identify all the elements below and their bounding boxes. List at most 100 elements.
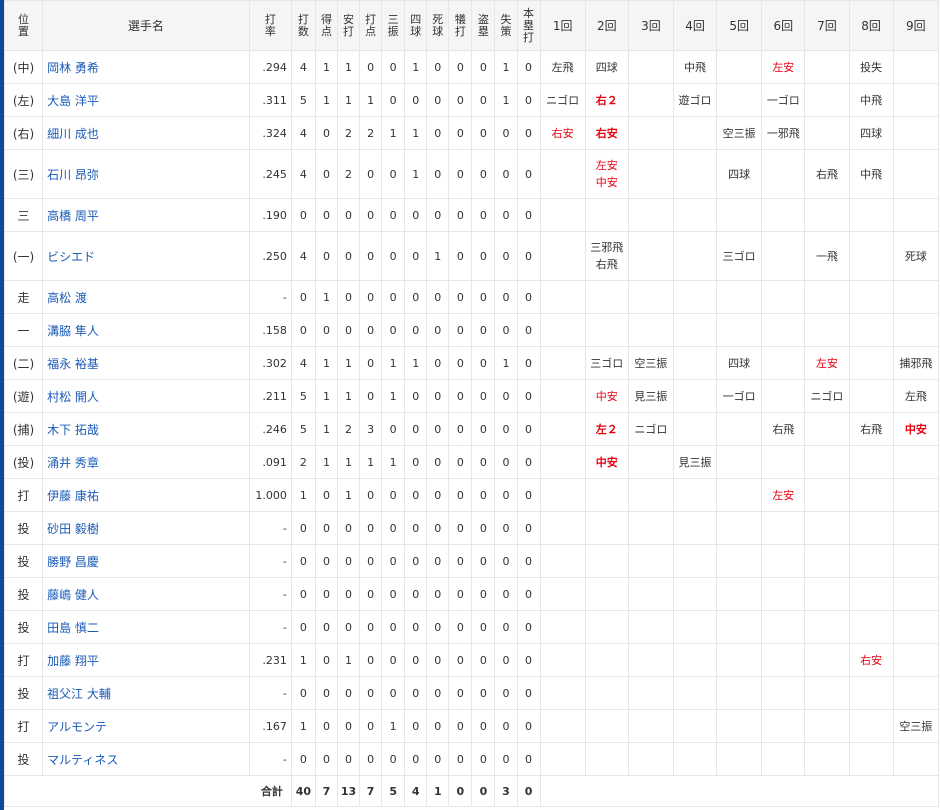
inning-9-result [892, 198, 940, 232]
player-stat-rbi: 0 [359, 676, 383, 710]
inning-4-result: 中飛 [672, 50, 718, 84]
player-name-link[interactable]: 高橋 周平 [42, 198, 250, 232]
player-stat-errors: 0 [494, 116, 518, 150]
player-stat-runs: 1 [314, 379, 339, 413]
at-bat-result: 死球 [904, 249, 927, 263]
player-stat-ab: 0 [290, 544, 316, 578]
inning-1-result [539, 198, 586, 232]
inning-6-result [761, 280, 806, 314]
at-bat-result: 右飛 [772, 422, 795, 436]
player-stat-hbp: 0 [426, 280, 450, 314]
inning-1-result [539, 544, 586, 578]
inning-5-result: 三ゴロ [716, 231, 763, 281]
inning-7-result [804, 577, 850, 611]
player-position: (捕) [3, 412, 44, 446]
player-name-link[interactable]: 村松 開人 [42, 379, 250, 413]
inning-3-result [627, 544, 674, 578]
header-stolen-bases: 盗塁 [471, 0, 496, 51]
inning-9-result: 死球 [892, 231, 940, 281]
player-stat-walks: 0 [404, 610, 428, 644]
inning-2-result: 中安 [584, 379, 629, 413]
player-name-link[interactable]: 祖父江 大輔 [42, 676, 250, 710]
player-name-link[interactable]: 田島 慎二 [42, 610, 250, 644]
header-pos: 位置 [3, 0, 44, 51]
player-stat-sacrifice: 0 [448, 511, 473, 545]
inning-7-result [804, 643, 850, 677]
player-stat-sacrifice: 0 [448, 742, 473, 776]
player-stat-ab: 4 [290, 346, 316, 380]
player-stat-errors: 0 [494, 643, 518, 677]
player-name-link[interactable]: 砂田 毅樹 [42, 511, 250, 545]
inning-6-result [761, 676, 806, 710]
player-stat-rbi: 0 [359, 643, 383, 677]
player-name-link[interactable]: 伊藤 康祐 [42, 478, 250, 512]
inning-5-result [716, 676, 763, 710]
at-bat-result: 右安 [551, 126, 574, 140]
player-name-link[interactable]: 高松 渡 [42, 280, 250, 314]
player-stat-errors: 0 [494, 742, 518, 776]
player-stat-sacrifice: 0 [448, 478, 473, 512]
player-stat-stolen-bases: 0 [471, 643, 496, 677]
player-name-link[interactable]: 木下 拓哉 [42, 412, 250, 446]
player-name-link[interactable]: ビシエド [42, 231, 250, 281]
player-name-link[interactable]: 涌井 秀章 [42, 445, 250, 479]
player-stat-stolen-bases: 0 [471, 231, 496, 281]
inning-7-result [804, 50, 850, 84]
player-name-link[interactable]: マルティネス [42, 742, 250, 776]
at-bat-result: 中飛 [860, 93, 883, 107]
header-strikeouts: 三振 [381, 0, 406, 51]
player-stat-sacrifice: 0 [448, 280, 473, 314]
inning-5-result [716, 742, 763, 776]
player-name-link[interactable]: 加藤 翔平 [42, 643, 250, 677]
inning-2-result: 三邪飛 右飛 [584, 231, 629, 281]
player-stat-rbi: 0 [359, 742, 383, 776]
player-name-link[interactable]: 岡林 勇希 [42, 50, 250, 84]
player-stat-home-runs: 0 [516, 198, 541, 232]
total-home-runs: 0 [516, 775, 541, 807]
inning-5-result [716, 709, 763, 743]
inning-3-result [627, 50, 674, 84]
player-name-link[interactable]: 大島 洋平 [42, 83, 250, 117]
player-name-link[interactable]: 石川 昂弥 [42, 149, 250, 199]
player-position: 打 [3, 643, 44, 677]
inning-5-result [716, 50, 763, 84]
player-stat-sacrifice: 0 [448, 709, 473, 743]
player-name-link[interactable]: アルモンテ [42, 709, 250, 743]
inning-4-result [672, 231, 718, 281]
at-bat-result: 中飛 [684, 60, 707, 74]
player-name-link[interactable]: 藤嶋 健人 [42, 577, 250, 611]
inning-7-result [804, 676, 850, 710]
at-bat-result: 右飛 [860, 422, 883, 436]
inning-9-result [892, 610, 940, 644]
inning-2-result [584, 577, 629, 611]
header-runs: 得点 [314, 0, 339, 51]
player-name-link[interactable]: 溝脇 隼人 [42, 313, 250, 347]
player-row: (右) 細川 成也 .324 4 0 2 2 1 1 0 0 0 0 0 右安 右安 空三振 一邪飛 四球 [3, 116, 940, 150]
player-name-link[interactable]: 勝野 昌慶 [42, 544, 250, 578]
inning-4-result: 見三振 [672, 445, 718, 479]
inning-9-result [892, 742, 940, 776]
player-stat-home-runs: 0 [516, 313, 541, 347]
inning-8-result [848, 445, 894, 479]
player-stat-hbp: 0 [426, 379, 450, 413]
player-stat-stolen-bases: 0 [471, 379, 496, 413]
player-stat-errors: 0 [494, 610, 518, 644]
player-stat-hits: 0 [337, 577, 361, 611]
header-ab: 打数 [290, 0, 316, 51]
player-stat-ab: 0 [290, 280, 316, 314]
player-stat-rbi: 0 [359, 610, 383, 644]
player-stat-hits: 0 [337, 676, 361, 710]
player-stat-strikeouts: 0 [381, 511, 406, 545]
player-stat-errors: 0 [494, 478, 518, 512]
player-stat-errors: 0 [494, 280, 518, 314]
inning-1-result: ニゴロ [539, 83, 586, 117]
player-stat-errors: 0 [494, 313, 518, 347]
player-name-link[interactable]: 福永 裕基 [42, 346, 250, 380]
player-position: 投 [3, 676, 44, 710]
player-row: 投勝野 昌慶 -0 0 0 0 0 0 0 0 0 0 0 [3, 544, 940, 578]
player-stat-home-runs: 0 [516, 478, 541, 512]
player-stat-strikeouts: 0 [381, 676, 406, 710]
inning-6-result [761, 149, 806, 199]
player-name-link[interactable]: 細川 成也 [42, 116, 250, 150]
player-batting-average: - [248, 676, 292, 710]
